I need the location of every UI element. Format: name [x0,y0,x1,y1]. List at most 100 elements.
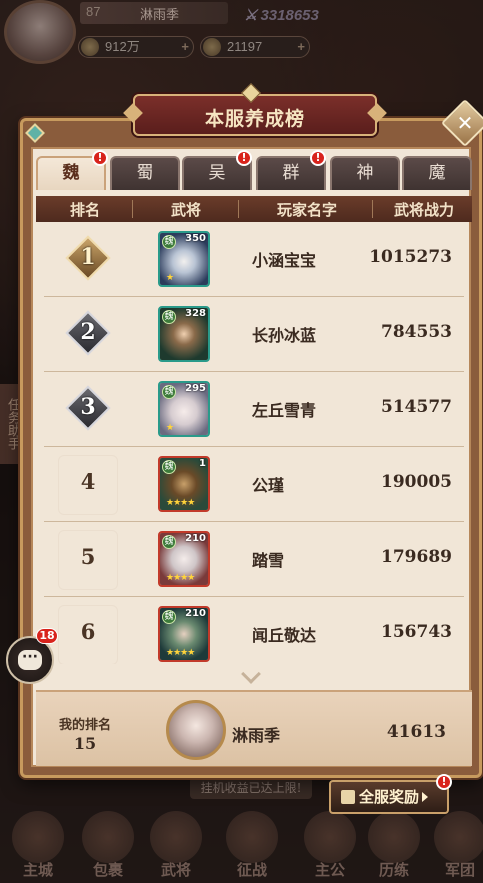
table-row[interactable]: 1 魏 350 ★ 小涵宝宝 1015273 [36,222,472,297]
hero-level: 295 [185,383,206,394]
bag-icon [82,811,134,863]
tab-label: 吴 [208,163,226,183]
my-player-name: 淋雨季 [232,726,281,745]
notification-badge: ! [436,774,452,790]
leaderboard-rows: 1 魏 350 ★ 小涵宝宝 1015273 2 魏 328 长孙冰蓝 7845… [36,222,472,664]
table-row[interactable]: 6 魏 210 ★★★★ 闻丘敬达 156743 [36,597,472,664]
chat-unread-badge: 18 [36,628,58,644]
gift-icon [341,790,355,804]
general-power: 1015273 [369,247,452,267]
nav-lord[interactable]: 主公 [298,811,362,883]
general-power: 156743 [381,622,452,642]
hero-portrait[interactable]: 魏 350 ★ [158,231,210,287]
tab-label: 群 [282,163,300,183]
reward-label: 全服奖励 [359,788,420,806]
rank-number: 3 [80,394,96,420]
tab-shen[interactable]: 神 [330,156,400,190]
table-header: 排名 武将 玩家名字 武将战力 [36,196,472,222]
hero-portrait[interactable]: 魏 210 ★★★★ [158,531,210,587]
arrow-right-icon [422,792,429,802]
castle-icon [12,811,64,863]
rank-1-emblem-icon: 1 [65,235,111,281]
my-rank-label: 我的排名 [58,718,111,733]
faction-icon: 魏 [162,460,176,474]
rank-3-emblem-icon: 3 [65,385,111,431]
star-icon: ★★★★ [166,573,195,583]
add-gem-icon[interactable]: + [297,37,305,57]
tab-mo[interactable]: 魔 [402,156,472,190]
player-name: 闻丘敬达 [252,626,317,645]
swords-icon: ⚔ [244,7,258,24]
hero-portrait[interactable]: 魏 295 ★ [158,381,210,437]
idle-reward-notice: 挂机收益已达上限! [190,777,312,799]
panel-title: 本服养成榜 [204,108,305,130]
close-icon: ✕ [456,111,474,135]
rank-number: 2 [80,319,96,345]
coin-amount: 912万 [105,39,140,54]
table-row[interactable]: 5 魏 210 ★★★★ 踏雪 179689 [36,522,472,597]
rank-number: 1 [80,244,96,270]
hud-player-name: 淋雨季 [140,8,180,23]
player-avatar[interactable] [4,0,76,64]
player-level: 87 [86,4,101,19]
task-assistant-tab[interactable]: 任务助手 [0,384,22,464]
table-row[interactable]: 3 魏 295 ★ 左丘雪青 514577 [36,372,472,447]
star-icon: ★ [166,273,174,283]
notification-badge: ! [236,150,252,166]
tab-shu[interactable]: 蜀 [110,156,180,190]
title-banner: 本服养成榜 [133,94,377,136]
rank-number: 4 [80,469,96,494]
hero-level: 328 [185,308,206,319]
star-icon: ★★★★ [166,498,195,508]
nav-bag[interactable]: 包裹 [76,811,140,883]
nav-legion[interactable]: 军团 [428,811,483,883]
my-rank-value: 15 [73,734,97,753]
chat-bubble-icon: ··· [18,650,42,670]
hero-level: 210 [185,533,206,544]
gem-icon [203,38,221,56]
gem-resource[interactable]: 21197 + [200,36,310,58]
nav-generals[interactable]: 武将 [144,811,208,883]
table-row[interactable]: 2 魏 328 长孙冰蓝 784553 [36,297,472,372]
all-server-reward-button[interactable]: 全服奖励 [329,780,449,814]
player-name: 长孙冰蓝 [252,326,317,345]
rank-number: 5 [80,544,96,569]
my-avatar[interactable] [166,700,226,760]
campaign-icon [226,811,278,863]
general-power: 179689 [381,547,452,567]
nav-main-city[interactable]: 主城 [6,811,70,883]
hud-combat-power-value: 3318653 [260,7,319,24]
faction-icon: 魏 [162,385,176,399]
hero-portrait[interactable]: 魏 328 [158,306,210,362]
my-rank-bar: 我的排名 15 淋雨季 41613 [36,690,472,766]
faction-tabs: 魏 蜀 吴 群 神 魔 ! ! ! [36,150,472,190]
faction-icon: 魏 [162,535,176,549]
star-icon: ★ [166,423,174,433]
nav-campaign[interactable]: 征战 [220,811,284,883]
notification-badge: ! [310,150,326,166]
my-general-power: 41613 [386,722,446,742]
hero-portrait[interactable]: 魏 1 ★★★★ [158,456,210,512]
rank-number: 6 [80,619,96,644]
player-name: 公瑾 [252,476,285,495]
add-coin-icon[interactable]: + [181,37,189,57]
nav-training[interactable]: 历练 [362,811,426,883]
header-divider [372,200,373,218]
table-row[interactable]: 4 魏 1 ★★★★ 公瑾 190005 [36,447,472,522]
header-player-name: 玩家名字 [276,201,337,219]
header-power: 武将战力 [393,201,454,219]
coin-resource[interactable]: 912万 + [78,36,194,58]
header-general: 武将 [170,201,201,219]
legion-icon [434,811,483,863]
general-power: 514577 [381,397,452,417]
star-icon: ★★★★ [166,648,195,658]
tab-label: 神 [356,163,374,183]
faction-icon: 魏 [162,610,176,624]
hero-level: 350 [185,233,206,244]
hero-portrait[interactable]: 魏 210 ★★★★ [158,606,210,662]
training-icon [368,811,420,863]
helmet-icon [150,811,202,863]
faction-icon: 魏 [162,235,176,249]
tab-label: 魏 [62,163,80,183]
tab-label: 魔 [428,163,446,183]
